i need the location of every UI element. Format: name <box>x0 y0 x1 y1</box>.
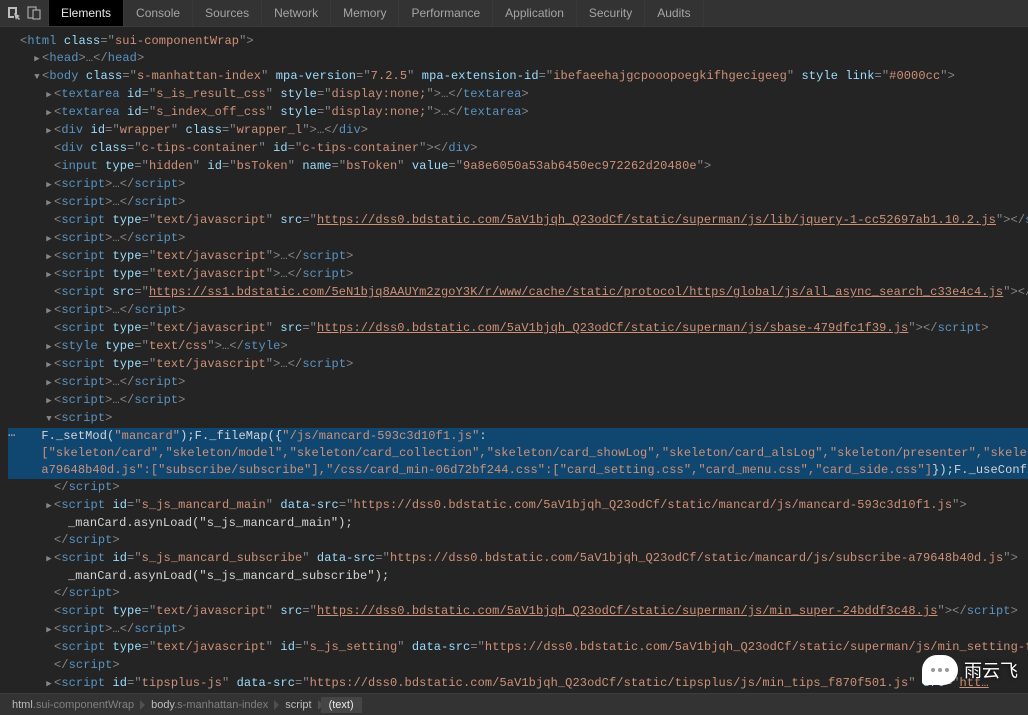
node-script[interactable]: ▶<script>…</script> <box>8 621 1028 639</box>
collapse-icon[interactable]: ▼ <box>32 69 42 86</box>
gutter-ellipsis-icon: ⋯ <box>8 428 15 479</box>
expand-icon[interactable]: ▶ <box>44 87 54 104</box>
node-script-close[interactable]: ▶</script> <box>8 657 1028 675</box>
node-script[interactable]: ▶<script>…</script> <box>8 194 1028 212</box>
node-script[interactable]: ▶<script id="s_js_mancard_subscribe" dat… <box>8 550 1028 568</box>
expand-icon[interactable]: ▶ <box>44 105 54 122</box>
node-html[interactable]: <html class="sui-componentWrap"> <box>8 33 1028 50</box>
node-div[interactable]: ▶<div class="c-tips-container" id="c-tip… <box>8 140 1028 158</box>
breadcrumb-item[interactable]: html.sui-componentWrap <box>4 697 142 713</box>
selected-node[interactable]: ⋯ F._setMod("mancard");F._fileMap({"/js/… <box>8 428 1028 479</box>
tab-application[interactable]: Application <box>493 0 577 26</box>
tab-network[interactable]: Network <box>262 0 331 26</box>
tab-console[interactable]: Console <box>124 0 193 26</box>
node-script[interactable]: ▶<script>…</script> <box>8 302 1028 320</box>
node-script[interactable]: ▶<script src="https://ss1.bdstatic.com/5… <box>8 284 1028 302</box>
breadcrumb-item[interactable]: script <box>277 697 319 713</box>
node-textarea[interactable]: ▶<textarea id="s_index_off_css" style="d… <box>8 104 1028 122</box>
node-script-close[interactable]: ▶</script> <box>8 479 1028 497</box>
tab-elements[interactable]: Elements <box>49 0 124 26</box>
node-script[interactable]: ▶<script type="text/javascript" src="htt… <box>8 320 1028 338</box>
node-head[interactable]: ▶<head>…</head> <box>8 50 1028 68</box>
expand-icon[interactable]: ▶ <box>44 123 54 140</box>
node-script[interactable]: ▶<script type="text/javascript" id="s_js… <box>8 639 1028 657</box>
node-text[interactable]: _manCard.asynLoad("s_js_mancard_main"); <box>8 515 1028 532</box>
node-script[interactable]: ▶<script id="s_js_mancard_main" data-src… <box>8 497 1028 515</box>
devtools-toolbar: Elements Console Sources Network Memory … <box>0 0 1028 27</box>
node-script[interactable]: ▶<script id="tipsplus-js" data-src="http… <box>8 675 1028 692</box>
node-script[interactable]: ▶<script type="text/javascript">…</scrip… <box>8 356 1028 374</box>
node-script[interactable]: ▶<script>…</script> <box>8 176 1028 194</box>
dom-tree[interactable]: <html class="sui-componentWrap"> ▶<head>… <box>0 27 1028 692</box>
toolbar-icon-group <box>0 0 49 26</box>
node-script[interactable]: ▶<script type="text/javascript">…</scrip… <box>8 266 1028 284</box>
device-toolbar-icon[interactable] <box>26 5 42 21</box>
node-script-close[interactable]: ▶</script> <box>8 532 1028 550</box>
node-script[interactable]: ▶<script>…</script> <box>8 392 1028 410</box>
breadcrumb-item[interactable]: (text) <box>321 697 362 713</box>
expand-icon[interactable]: ▶ <box>32 51 42 68</box>
tab-performance[interactable]: Performance <box>399 0 493 26</box>
node-script[interactable]: ▶<script type="text/javascript" src="htt… <box>8 212 1028 230</box>
tab-audits[interactable]: Audits <box>645 0 703 26</box>
tab-bar: Elements Console Sources Network Memory … <box>49 0 704 26</box>
node-body[interactable]: ▼<body class="s-manhattan-index" mpa-ver… <box>8 68 1028 86</box>
breadcrumb-bar: html.sui-componentWrap body.s-manhattan-… <box>0 693 1028 715</box>
node-script[interactable]: ▶<script type="text/javascript">…</scrip… <box>8 248 1028 266</box>
node-script-open[interactable]: ▼<script> <box>8 410 1028 428</box>
node-div[interactable]: ▶<div id="wrapper" class="wrapper_l">…</… <box>8 122 1028 140</box>
tab-security[interactable]: Security <box>577 0 645 26</box>
node-script[interactable]: ▶<script>…</script> <box>8 374 1028 392</box>
node-input[interactable]: ▶<input type="hidden" id="bsToken" name=… <box>8 158 1028 176</box>
node-script[interactable]: ▶<script>…</script> <box>8 230 1028 248</box>
node-textarea[interactable]: ▶<textarea id="s_is_result_css" style="d… <box>8 86 1028 104</box>
node-script[interactable]: ▶<script type="text/javascript" src="htt… <box>8 603 1028 621</box>
tab-memory[interactable]: Memory <box>331 0 399 26</box>
breadcrumb-item[interactable]: body.s-manhattan-index <box>143 697 276 713</box>
node-script-close[interactable]: ▶</script> <box>8 585 1028 603</box>
node-text[interactable]: _manCard.asynLoad("s_js_mancard_subscrib… <box>8 568 1028 585</box>
collapse-icon[interactable]: ▼ <box>44 411 54 428</box>
tab-sources[interactable]: Sources <box>193 0 262 26</box>
node-style[interactable]: ▶<style type="text/css">…</style> <box>8 338 1028 356</box>
inspect-icon[interactable] <box>6 5 22 21</box>
